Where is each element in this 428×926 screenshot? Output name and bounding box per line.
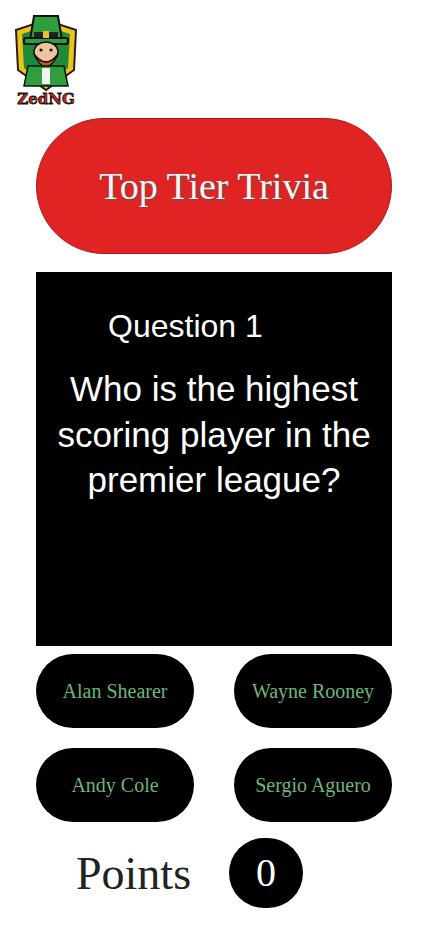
question-panel: Question 1 Who is the highest scoring pla… xyxy=(36,272,392,646)
trivia-screen: ZedNG Top Tier Trivia Question 1 Who is the… xyxy=(0,0,428,926)
answers-grid: Alan Shearer Wayne Rooney Andy Cole Sergio … xyxy=(36,654,392,822)
svg-text:ZedNG: ZedNG xyxy=(17,90,75,108)
header: ZedNG xyxy=(0,0,428,112)
question-text: Who is the highest scoring player in the… xyxy=(56,366,372,503)
answer-button[interactable]: Sergio Aguero xyxy=(234,748,392,822)
answer-button[interactable]: Wayne Rooney xyxy=(234,654,392,728)
score-row: Points 0 xyxy=(0,838,428,908)
question-number: Question 1 xyxy=(56,306,263,346)
answer-button[interactable]: Andy Cole xyxy=(36,748,194,822)
answer-button[interactable]: Alan Shearer xyxy=(36,654,194,728)
points-value: 0 xyxy=(229,838,303,908)
title-text: Top Tier Trivia xyxy=(99,158,329,215)
zedng-logo-icon: ZedNG xyxy=(10,10,82,108)
title-banner: Top Tier Trivia xyxy=(36,118,392,254)
points-label: Points xyxy=(76,839,191,908)
